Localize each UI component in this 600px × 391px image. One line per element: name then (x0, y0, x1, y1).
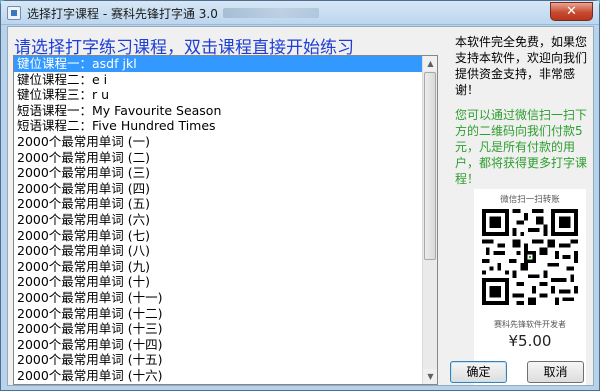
payment-amount: ¥5.00 (508, 332, 552, 350)
lesson-list: 键位课程一：asdf jkl 键位课程二：e i 键位课程三：r u 短语课程一：My… (14, 56, 437, 383)
list-item[interactable]: 2000个最常用单词 (十六) (14, 368, 437, 384)
window-title: 选择打字课程 - 赛科先锋打字通 3.0 (27, 7, 218, 21)
list-item[interactable]: 短语课程一：My Favourite Season (14, 103, 437, 119)
list-item[interactable]: 2000个最常用单词 (六) (14, 212, 437, 228)
app-window: 选择打字课程 - 赛科先锋打字通 3.0 ✕ 请选择打字练习课程，双击课程直接开… (0, 0, 600, 391)
list-item[interactable]: 2000个最常用单词 (十一) (14, 290, 437, 306)
list-item[interactable]: 2000个最常用单词 (十三) (14, 321, 437, 337)
list-item[interactable]: 2000个最常用单词 (二) (14, 150, 437, 166)
scroll-thumb[interactable] (424, 72, 436, 260)
payment-qr-card: 微信扫一扫转账 赛科先锋软件开发者 ¥5.00 (474, 189, 586, 385)
list-item[interactable]: 2000个最常用单词 (九) (14, 259, 437, 275)
vertical-scrollbar[interactable]: ▲ ▼ (422, 56, 437, 384)
lesson-listbox[interactable]: 键位课程一：asdf jkl 键位课程二：e i 键位课程三：r u 短语课程一：My… (13, 55, 438, 385)
list-item[interactable]: 2000个最常用单词 (一) (14, 134, 437, 150)
free-notice-text: 本软件完全免费，如果您支持本软件，欢迎向我们提供资金支持，非常感谢！ (455, 35, 588, 97)
list-item[interactable]: 2000个最常用单词 (十) (14, 274, 437, 290)
app-icon (7, 6, 21, 20)
list-item[interactable]: 2000个最常用单词 (十二) (14, 306, 437, 322)
list-item[interactable]: 短语课程二：Five Hundred Times (14, 118, 437, 134)
list-item[interactable]: 2000个最常用单词 (七) (14, 228, 437, 244)
list-item[interactable]: 2000个最常用单词 (四) (14, 181, 437, 197)
qr-footer-text: 赛科先锋软件开发者 (494, 320, 566, 329)
title-bar[interactable]: 选择打字课程 - 赛科先锋打字通 3.0 ✕ (1, 1, 599, 25)
list-item[interactable]: 2000个最常用单词 (十四) (14, 337, 437, 353)
list-item[interactable]: 键位课程三：r u (14, 87, 437, 103)
list-item[interactable]: 2000个最常用单词 (十五) (14, 352, 437, 368)
blurred-title-region (223, 8, 319, 18)
list-item[interactable]: 2000个最常用单词 (三) (14, 165, 437, 181)
scroll-up-icon[interactable]: ▲ (423, 56, 437, 71)
cancel-button[interactable]: 取消 (527, 361, 584, 383)
qr-code-icon (482, 209, 578, 305)
qr-caption: 微信扫一扫转账 (500, 195, 560, 205)
close-icon[interactable]: ✕ (550, 2, 593, 21)
dialog-client-area: 请选择打字练习课程，双击课程直接开始练习 键位课程一：asdf jkl 键位课程二… (7, 26, 594, 386)
list-item[interactable]: 键位课程二：e i (14, 72, 437, 88)
list-item[interactable]: 2000个最常用单词 (五) (14, 196, 437, 212)
ok-button[interactable]: 确定 (450, 361, 507, 383)
list-item[interactable]: 键位课程一：asdf jkl (14, 56, 437, 72)
scroll-down-icon[interactable]: ▼ (423, 369, 437, 384)
list-item[interactable]: 2000个最常用单词 (八) (14, 243, 437, 259)
donate-notice-text: 您可以通过微信扫一扫下方的二维码向我们付款5元，凡是所有付款的用户，都将获得更多… (455, 108, 588, 186)
